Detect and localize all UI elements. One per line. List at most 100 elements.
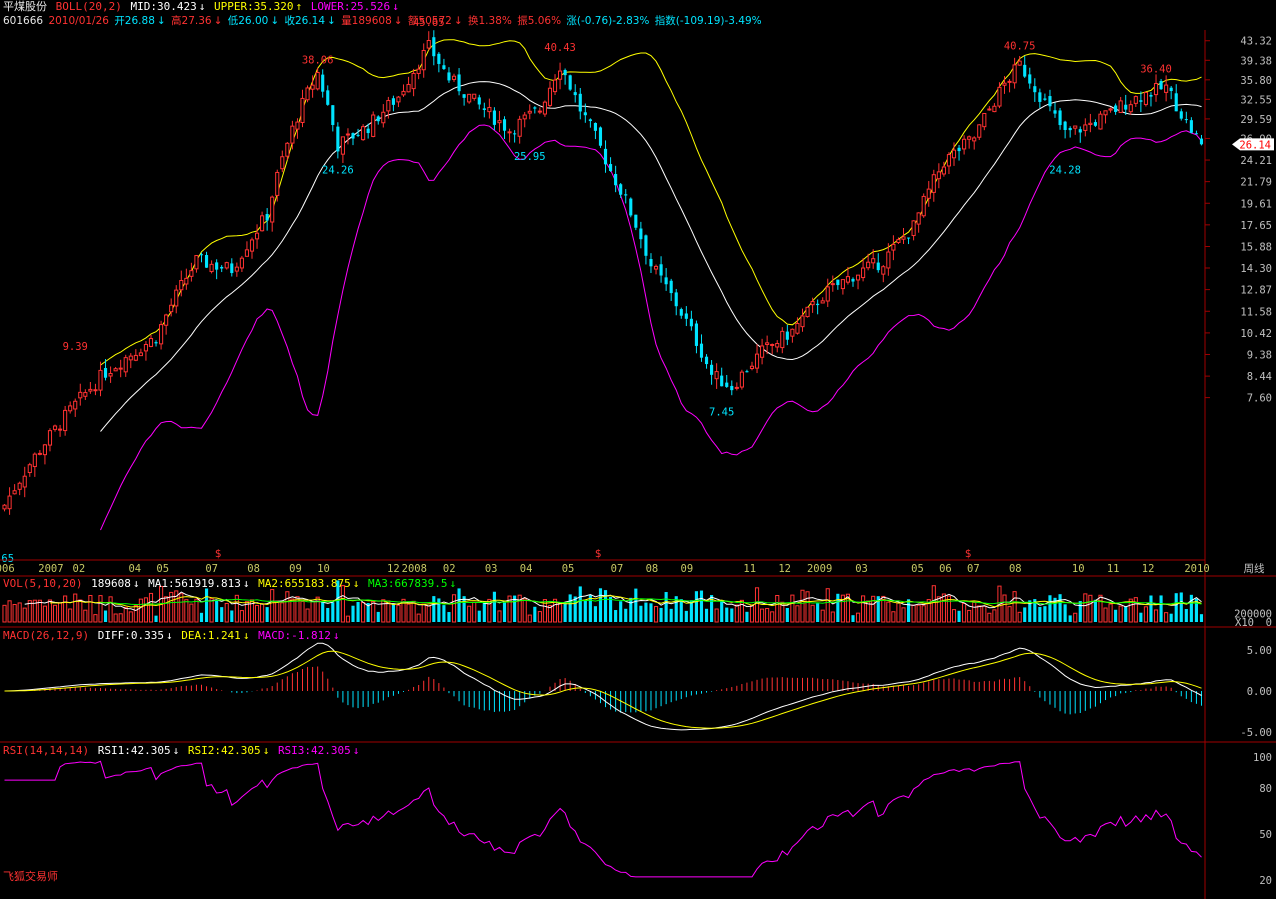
- stock-chart[interactable]: .659.3938.0624.2645.6540.4325.957.4540.7…: [0, 0, 1276, 899]
- candle-body: [88, 388, 93, 392]
- candle-body: [204, 254, 209, 268]
- price-tick-label: 32.55: [1240, 94, 1272, 106]
- candle-body: [73, 400, 78, 410]
- volume-bar: [921, 605, 926, 623]
- volume-bar: [1139, 612, 1143, 622]
- candle-body: [830, 283, 835, 286]
- volume-bar: [1189, 594, 1193, 622]
- volume-bar: [619, 601, 623, 622]
- volume-bar: [1083, 593, 1088, 623]
- candle-body: [376, 116, 380, 122]
- candle-body: [123, 357, 128, 373]
- price-tick-label: 9.38: [1247, 349, 1272, 361]
- volume-bar: [381, 599, 386, 623]
- quote-header: 601666 2010/01/26 开26.88 ↓ 高27.36 ↓ 低26.00…: [3, 15, 762, 27]
- macd-dea-line: [4, 650, 1202, 729]
- volume-bar: [477, 610, 481, 622]
- volume-bar: [492, 591, 496, 622]
- volume-bar: [720, 600, 724, 622]
- candle-body: [2, 504, 7, 510]
- candle-body: [547, 87, 553, 106]
- date-tick-label: 10: [317, 563, 330, 575]
- quote-amplitude: 振5.06%: [517, 15, 562, 27]
- macd-diff-line: [4, 642, 1202, 731]
- candle-body: [1068, 127, 1072, 131]
- candle-body: [542, 101, 547, 115]
- candle-body: [926, 188, 931, 199]
- volume-bar: [275, 600, 280, 623]
- date-tick-label: 02: [73, 563, 86, 575]
- candle-body: [517, 118, 522, 137]
- candle-body: [224, 262, 229, 269]
- candle-body: [426, 40, 431, 49]
- candle-body: [896, 239, 901, 243]
- candle-body: [840, 279, 845, 290]
- candle-body: [745, 371, 749, 373]
- price-tick-label: 12.87: [1240, 285, 1272, 297]
- candle-body: [689, 318, 693, 327]
- candle-body: [609, 164, 613, 171]
- candle-body: [1164, 84, 1169, 93]
- volume-bar: [189, 603, 194, 623]
- vol-ma3: MA3:667839.5: [368, 577, 448, 590]
- candle-body: [234, 266, 239, 272]
- candle-body: [315, 71, 320, 90]
- candle-body: [83, 392, 88, 397]
- candle-body: [290, 125, 295, 144]
- candle-body: [1194, 133, 1198, 135]
- candle-body: [336, 126, 340, 152]
- volume-bar: [148, 592, 154, 623]
- volume-bar: [1088, 594, 1093, 623]
- price-tick-label: 15.88: [1240, 242, 1272, 254]
- volume-bar: [416, 613, 421, 623]
- candle-body: [699, 343, 704, 358]
- volume-bar: [578, 586, 582, 622]
- candle-body: [275, 171, 280, 196]
- volume-bar: [598, 588, 603, 622]
- volume-bar: [891, 611, 896, 623]
- candle-body: [1153, 83, 1159, 96]
- volume-bar: [194, 598, 199, 623]
- volume-bar: [113, 613, 118, 623]
- volume-bar: [730, 608, 734, 622]
- volume-bar: [199, 612, 204, 622]
- volume-bar: [1103, 607, 1108, 623]
- candle-body: [1088, 122, 1093, 125]
- date-tick-label: 11: [1107, 563, 1120, 575]
- candle-body: [285, 142, 290, 157]
- volume-bar: [502, 602, 507, 622]
- candle-body: [946, 154, 952, 167]
- candle-body: [169, 304, 174, 313]
- volume-bar: [42, 605, 47, 623]
- candle-body: [189, 270, 194, 277]
- candle-body: [310, 84, 315, 90]
- volume-bar: [916, 604, 921, 623]
- candle-body: [619, 184, 623, 195]
- volume-bar: [962, 602, 967, 623]
- volume-bar: [669, 608, 673, 622]
- candle-body: [568, 75, 572, 90]
- price-annotation: 40.43: [544, 42, 576, 54]
- candle-body: [421, 49, 426, 71]
- candle-body: [1199, 138, 1204, 145]
- volume-bar: [411, 600, 416, 623]
- candle-body: [962, 138, 967, 150]
- volume-bar: [649, 603, 653, 622]
- candle-body: [230, 263, 234, 274]
- candle-body: [891, 243, 896, 251]
- volume-bar: [351, 605, 355, 622]
- volume-bar: [931, 585, 936, 623]
- candle-body: [527, 110, 532, 114]
- volume-bar: [391, 603, 395, 622]
- volume-bar: [280, 602, 285, 623]
- price-tick-label: 11.58: [1240, 306, 1272, 318]
- candle-body: [810, 301, 815, 306]
- volume-bar: [1159, 595, 1163, 622]
- macd-tick-label: 5.00: [1247, 645, 1272, 657]
- candle-body: [300, 97, 305, 124]
- volume-bar: [321, 601, 325, 622]
- candle-body: [143, 344, 149, 352]
- volume-bar: [790, 594, 795, 623]
- candle-body: [1007, 80, 1012, 83]
- price-tick-label: 43.32: [1240, 36, 1272, 48]
